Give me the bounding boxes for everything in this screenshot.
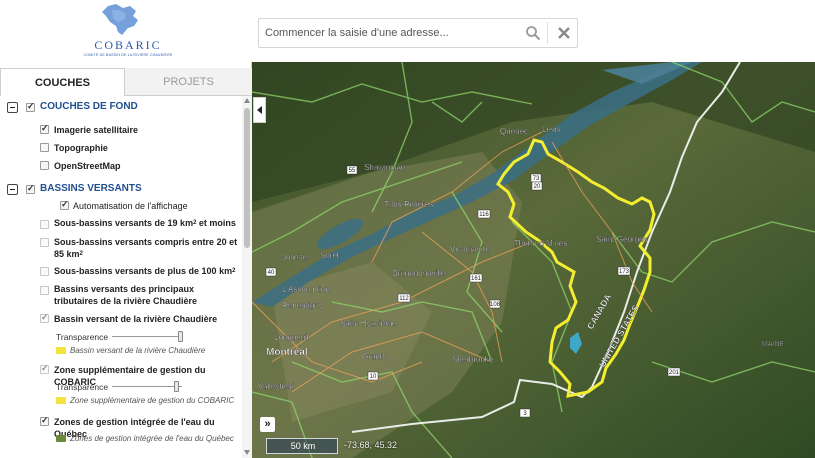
auto-display-checkbox[interactable] bbox=[60, 199, 69, 210]
scroll-thumb[interactable] bbox=[244, 108, 250, 248]
search-separator bbox=[547, 22, 548, 44]
place-label: Victoriaville bbox=[450, 245, 491, 254]
place-label: Shawinigan bbox=[364, 163, 405, 172]
group-bassins-checkbox[interactable] bbox=[26, 183, 35, 194]
place-label: Longueuil bbox=[274, 333, 309, 342]
logo-subtitle: COMITÉ DE BASSIN DE LA RIVIÈRE CHAUDIÈRE bbox=[83, 53, 173, 57]
place-label: L'Assomption bbox=[282, 285, 330, 294]
scroll-up-arrow-icon[interactable] bbox=[244, 98, 250, 103]
legend-label: Zone supplémentaire de gestion du COBARI… bbox=[70, 396, 235, 405]
place-label: Joliette bbox=[282, 253, 308, 262]
app: COBARIC COMITÉ DE BASSIN DE LA RIVIÈRE C… bbox=[0, 0, 815, 458]
group-title-fond: COUCHES DE FOND bbox=[40, 101, 138, 112]
map-view[interactable]: Québec Lévis Shawinigan Trois-Rivières T… bbox=[252, 62, 815, 458]
tab-couches[interactable]: COUCHES bbox=[0, 68, 125, 96]
svg-text:201: 201 bbox=[669, 370, 680, 376]
svg-text:161: 161 bbox=[471, 276, 482, 282]
search-icon[interactable] bbox=[525, 25, 541, 41]
place-label: Sorel bbox=[320, 251, 339, 260]
svg-text:173: 173 bbox=[619, 269, 630, 275]
svg-text:112: 112 bbox=[399, 296, 409, 302]
header: COBARIC COMITÉ DE BASSIN DE LA RIVIÈRE C… bbox=[0, 0, 815, 62]
collapse-group-button[interactable] bbox=[7, 184, 18, 195]
layer-checkbox[interactable] bbox=[40, 415, 49, 426]
auto-display-label: Automatisation de l'affichage bbox=[73, 201, 188, 211]
expand-button[interactable]: » bbox=[260, 417, 275, 432]
place-label: Saint-Georges bbox=[596, 235, 648, 244]
quebec-map-logo-icon bbox=[102, 4, 138, 35]
layer-checkbox[interactable] bbox=[40, 123, 49, 134]
layer-label: Sous-bassins versants compris entre 20 e… bbox=[54, 237, 238, 259]
place-label: Saint-Hyacinthe bbox=[340, 319, 397, 328]
transparency-slider-handle[interactable] bbox=[174, 381, 179, 392]
layer-label: OpenStreetMap bbox=[54, 161, 121, 171]
layer-checkbox[interactable] bbox=[40, 312, 49, 323]
transparency-slider-handle[interactable] bbox=[178, 331, 183, 342]
collapse-group-button[interactable] bbox=[7, 102, 18, 113]
place-label: Montréal bbox=[266, 347, 308, 358]
place-label: Drummondville bbox=[392, 269, 446, 278]
layer-checkbox[interactable] bbox=[40, 363, 49, 374]
address-search bbox=[258, 18, 578, 48]
place-label: MAINE bbox=[762, 341, 785, 348]
svg-text:55: 55 bbox=[349, 168, 356, 174]
svg-text:10: 10 bbox=[370, 374, 377, 380]
layer-label: Bassin versant de la rivière Chaudière bbox=[54, 314, 218, 324]
cobaric-logo[interactable]: COBARIC COMITÉ DE BASSIN DE LA RIVIÈRE C… bbox=[78, 2, 178, 60]
svg-text:108: 108 bbox=[490, 302, 501, 308]
svg-text:20: 20 bbox=[534, 184, 541, 190]
layer-checkbox[interactable] bbox=[40, 220, 49, 229]
layer-label: Sous-bassins versants de plus de 100 km2 bbox=[54, 266, 236, 276]
layer-checkbox[interactable] bbox=[40, 286, 49, 295]
coordinate-readout: -73.68, 45.32 bbox=[344, 440, 398, 450]
layer-checkbox[interactable] bbox=[40, 161, 49, 170]
place-label: Valleyfield bbox=[258, 382, 294, 391]
place-label: Repentigny bbox=[282, 301, 322, 310]
legend-label: Zones de gestion intégrée de l'eau du Qu… bbox=[70, 434, 234, 443]
svg-text:73: 73 bbox=[533, 176, 540, 182]
layer-checkbox[interactable] bbox=[40, 267, 49, 276]
layer-label: Bassins versants des principaux tributai… bbox=[54, 284, 198, 306]
search-input[interactable] bbox=[259, 19, 519, 47]
scroll-down-arrow-icon[interactable] bbox=[244, 450, 250, 455]
scale-bar: 50 km bbox=[266, 438, 338, 454]
layer-label: Sous-bassins versants de 19 km2 et moins bbox=[54, 218, 236, 228]
transparency-slider-track bbox=[112, 336, 182, 337]
transparency-label: Transparence bbox=[56, 382, 109, 392]
panel-scrollbar[interactable] bbox=[242, 96, 252, 458]
svg-text:116: 116 bbox=[479, 212, 489, 218]
place-label: Québec bbox=[500, 127, 528, 136]
collapse-panel-button[interactable] bbox=[253, 97, 266, 123]
layers-panel: COUCHES PROJETS COUCHES DE FOND Imagerie… bbox=[0, 62, 252, 458]
satellite-map[interactable]: Québec Lévis Shawinigan Trois-Rivières T… bbox=[252, 62, 815, 458]
group-title-bassins: BASSINS VERSANTS bbox=[40, 183, 142, 194]
logo-title: COBARIC bbox=[94, 38, 162, 52]
place-label: Granby bbox=[362, 352, 388, 361]
tab-projets[interactable]: PROJETS bbox=[125, 68, 252, 96]
legend-label: Bassin versant de la rivière Chaudière bbox=[70, 346, 206, 355]
place-label: Trois-Rivières bbox=[384, 200, 433, 209]
layer-checkbox[interactable] bbox=[40, 238, 49, 247]
scale-label: 50 km bbox=[290, 441, 316, 451]
legend-swatch bbox=[56, 397, 66, 404]
place-label: Thetford Mines bbox=[514, 239, 567, 248]
place-label: Lévis bbox=[542, 125, 561, 134]
close-icon[interactable] bbox=[556, 25, 572, 41]
transparency-slider-track bbox=[112, 386, 182, 387]
svg-text:40: 40 bbox=[268, 270, 275, 276]
layer-checkbox[interactable] bbox=[40, 143, 49, 152]
layer-label: Topographie bbox=[54, 143, 108, 153]
layer-list: COUCHES DE FOND Imagerie satellitaire To… bbox=[0, 96, 242, 458]
panel-tabs: COUCHES PROJETS bbox=[0, 68, 252, 96]
layer-label: Imagerie satellitaire bbox=[54, 125, 139, 135]
legend-swatch bbox=[56, 347, 66, 354]
group-fond-checkbox[interactable] bbox=[26, 101, 35, 112]
legend-swatch bbox=[56, 435, 66, 442]
place-label: Sherbrooke bbox=[452, 355, 494, 364]
transparency-label: Transparence bbox=[56, 332, 109, 342]
